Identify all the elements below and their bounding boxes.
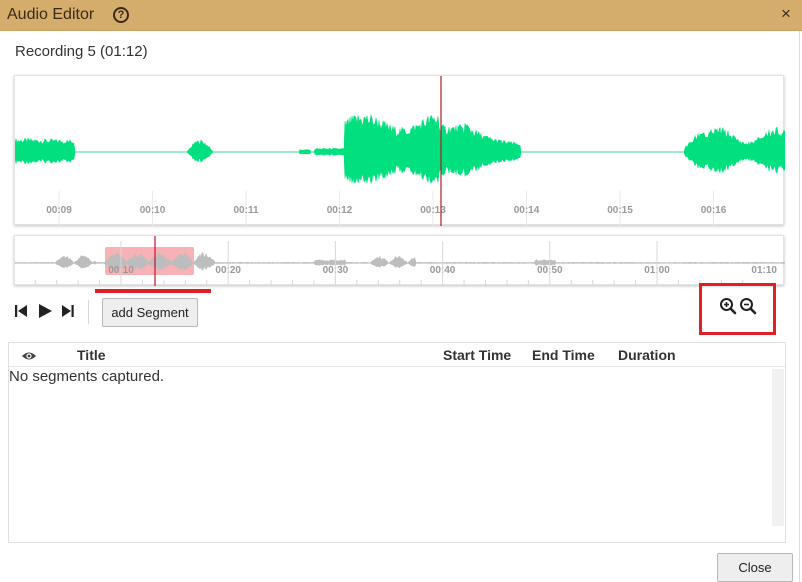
overview-tick-label: 01:10 [751, 265, 777, 276]
zoom-in-button[interactable] [719, 297, 737, 315]
help-icon[interactable]: ? [113, 7, 129, 23]
zoom-out-icon [740, 298, 757, 315]
waveform-tick-label: 00:16 [701, 205, 727, 216]
play-icon [39, 304, 52, 318]
skip-forward-button[interactable] [59, 301, 77, 321]
close-button[interactable]: Close [717, 553, 793, 582]
waveform-timeline: 00:09 00:10 00:11 00:12 00:13 00:14 00:15 00:16 [46, 191, 727, 226]
column-start-time[interactable]: Start Time [443, 347, 511, 363]
dialog-titlebar: Audio Editor ? × [0, 0, 802, 31]
overview-canvas[interactable]: 00:10 00:20 00:30 00:40 00:50 01:00 01:10 [14, 236, 786, 286]
waveform-tick-label: 00:12 [327, 205, 353, 216]
add-segment-button[interactable]: add Segment [102, 298, 198, 327]
segments-scrollbar[interactable] [772, 369, 784, 526]
toolbar-separator [88, 300, 89, 324]
eye-icon[interactable] [21, 349, 37, 367]
zoom-out-button[interactable] [739, 297, 757, 315]
skip-forward-icon [62, 305, 74, 317]
segments-table: Title Start Time End Time Duration No se… [8, 342, 786, 543]
column-duration[interactable]: Duration [618, 347, 676, 363]
close-icon[interactable]: × [776, 3, 796, 25]
waveform-tick-label: 00:13 [420, 205, 446, 216]
annotation-underline [95, 289, 211, 293]
zoom-in-icon [720, 298, 737, 315]
annotation-box [699, 283, 776, 335]
dialog-title: Audio Editor [7, 6, 95, 23]
skip-back-button[interactable] [12, 301, 30, 321]
empty-segments-message: No segments captured. [9, 368, 165, 385]
column-title[interactable]: Title [77, 347, 106, 363]
waveform-tick-label: 00:09 [46, 205, 72, 216]
waveform-tick-label: 00:10 [140, 205, 166, 216]
dialog-right-border [799, 31, 800, 582]
waveform-shape [14, 113, 786, 185]
recording-title: Recording 5 (01:12) [15, 43, 148, 60]
overview-strip[interactable]: 00:10 00:20 00:30 00:40 00:50 01:00 01:10 [14, 235, 786, 286]
waveform-view[interactable]: 00:09 00:10 00:11 00:12 00:13 00:14 00:15 00:16 [14, 75, 786, 226]
column-end-time[interactable]: End Time [532, 347, 595, 363]
segments-table-header: Title Start Time End Time Duration [9, 343, 785, 367]
skip-back-icon [15, 305, 27, 317]
waveform-tick-label: 00:14 [514, 205, 540, 216]
waveform-canvas[interactable]: 00:09 00:10 00:11 00:12 00:13 00:14 00:15 00:16 [14, 76, 786, 226]
waveform-tick-label: 00:15 [607, 205, 633, 216]
waveform-tick-label: 00:11 [233, 205, 258, 216]
play-button[interactable] [36, 301, 54, 321]
